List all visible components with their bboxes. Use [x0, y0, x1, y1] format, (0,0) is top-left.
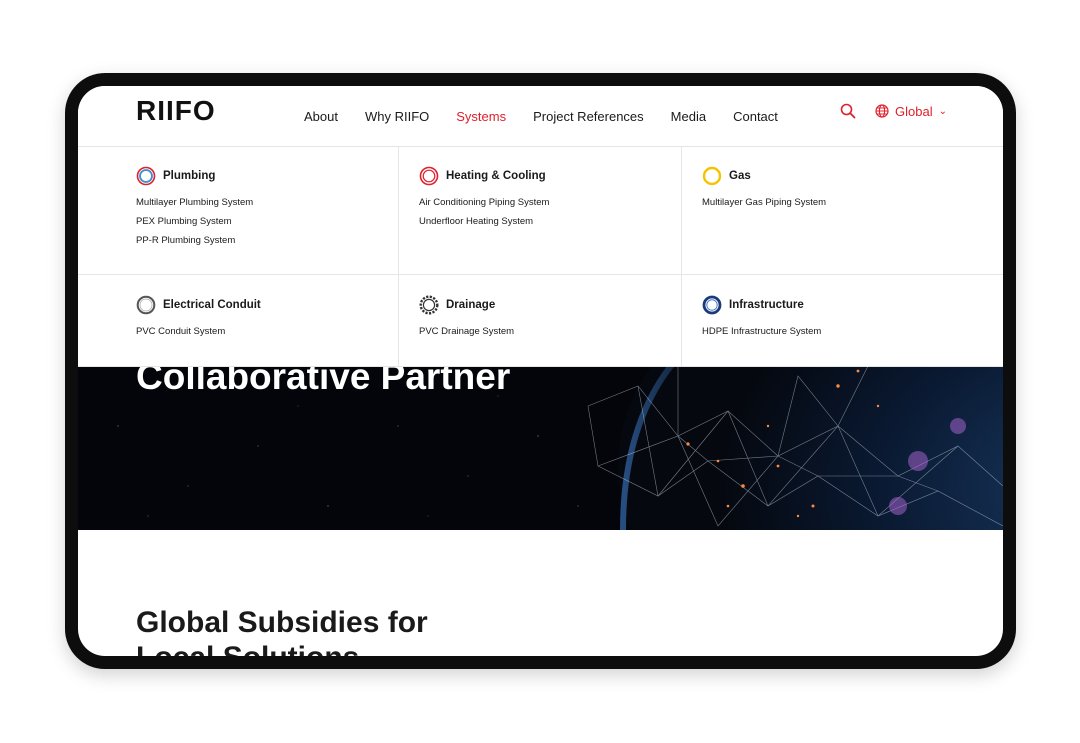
drainage-ring-icon — [419, 295, 439, 315]
gas-ring-icon — [702, 166, 722, 186]
category-title: Gas — [729, 170, 751, 182]
category-title: Heating & Cooling — [446, 170, 546, 182]
category-header[interactable]: Plumbing — [136, 166, 215, 186]
globe-icon — [875, 104, 889, 118]
screen: RIIFO About Why RIIFO Systems Project Re… — [78, 86, 1003, 656]
category-title: Electrical Conduit — [163, 299, 261, 311]
category-title: Plumbing — [163, 170, 216, 182]
menu-link[interactable]: Multilayer Gas Piping System — [702, 197, 826, 216]
menu-link[interactable]: PVC Conduit System — [136, 326, 225, 345]
menu-link[interactable]: PP-R Plumbing System — [136, 235, 253, 254]
menu-category-plumbing: Plumbing Multilayer Plumbing System PEX … — [78, 146, 398, 275]
systems-mega-menu: Plumbing Multilayer Plumbing System PEX … — [78, 146, 1003, 367]
category-header[interactable]: Heating & Cooling — [419, 166, 546, 186]
logo[interactable]: RIIFO — [136, 95, 216, 127]
search-icon — [840, 103, 856, 119]
category-links: HDPE Infrastructure System — [702, 326, 821, 345]
section-title-line2: Local Solutions — [136, 640, 359, 656]
menu-link[interactable]: Multilayer Plumbing System — [136, 197, 253, 216]
nav-media[interactable]: Media — [671, 109, 706, 124]
category-header[interactable]: Gas — [702, 166, 751, 186]
category-links: Multilayer Plumbing System PEX Plumbing … — [136, 197, 253, 254]
category-header[interactable]: Electrical Conduit — [136, 295, 261, 315]
category-header[interactable]: Infrastructure — [702, 295, 804, 315]
menu-category-heating-cooling: Heating & Cooling Air Conditioning Pipin… — [398, 146, 681, 275]
menu-link[interactable]: PEX Plumbing System — [136, 216, 253, 235]
nav-why-riifo[interactable]: Why RIIFO — [365, 109, 429, 124]
search-button[interactable] — [840, 103, 858, 121]
section-title: Global Subsidies for — [136, 606, 428, 639]
language-selector[interactable]: Global ⌄ — [875, 100, 947, 122]
menu-category-electrical-conduit: Electrical Conduit PVC Conduit System — [78, 275, 398, 366]
menu-category-infrastructure: Infrastructure HDPE Infrastructure Syste… — [681, 275, 1003, 366]
heating-ring-icon — [419, 166, 439, 186]
nav-contact[interactable]: Contact — [733, 109, 778, 124]
tablet-frame: RIIFO About Why RIIFO Systems Project Re… — [65, 73, 1016, 669]
site-header: RIIFO About Why RIIFO Systems Project Re… — [78, 86, 1003, 147]
category-links: Multilayer Gas Piping System — [702, 197, 826, 216]
hero-banner: Collaborative Partner — [78, 366, 1003, 530]
category-title: Infrastructure — [729, 299, 804, 311]
hero-title: Collaborative Partner — [136, 366, 511, 397]
category-links: PVC Drainage System — [419, 326, 514, 345]
nav-project-references[interactable]: Project References — [533, 109, 644, 124]
category-links: Air Conditioning Piping System Underfloo… — [419, 197, 549, 235]
conduit-ring-icon — [136, 295, 156, 315]
menu-link[interactable]: HDPE Infrastructure System — [702, 326, 821, 345]
language-label: Global — [895, 103, 933, 119]
nav-about[interactable]: About — [304, 109, 338, 124]
chevron-down-icon: ⌄ — [938, 105, 947, 117]
plumbing-ring-icon — [136, 166, 156, 186]
nav-systems[interactable]: Systems — [456, 109, 506, 124]
menu-category-gas: Gas Multilayer Gas Piping System — [681, 146, 1003, 275]
category-header[interactable]: Drainage — [419, 295, 495, 315]
menu-link[interactable]: PVC Drainage System — [419, 326, 514, 345]
menu-link[interactable]: Air Conditioning Piping System — [419, 197, 549, 216]
menu-category-drainage: Drainage PVC Drainage System — [398, 275, 681, 366]
category-title: Drainage — [446, 299, 496, 311]
menu-link[interactable]: Underfloor Heating System — [419, 216, 549, 235]
category-links: PVC Conduit System — [136, 326, 225, 345]
infrastructure-ring-icon — [702, 295, 722, 315]
main-nav: About Why RIIFO Systems Project Referenc… — [304, 86, 805, 146]
